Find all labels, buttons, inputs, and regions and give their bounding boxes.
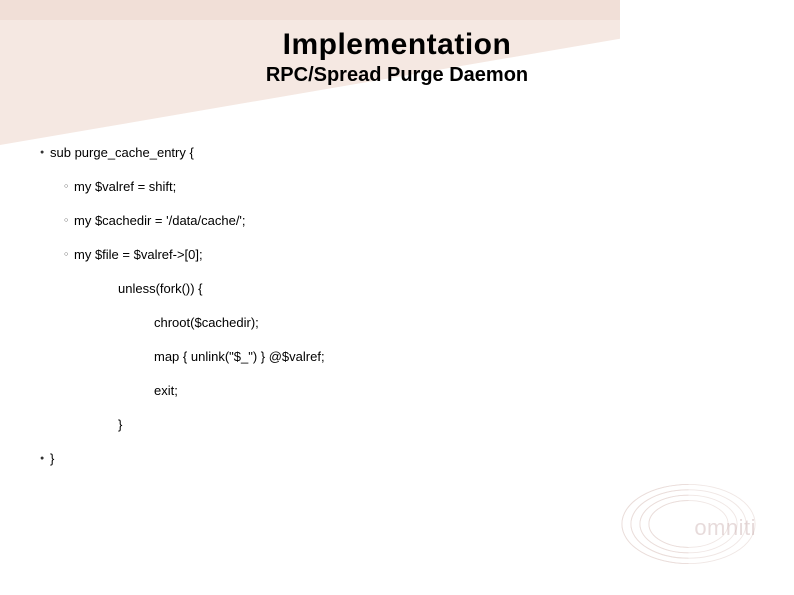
code-line: ○ unless(fork()) {: [108, 281, 754, 297]
slide-subtitle: RPC/Spread Purge Daemon: [0, 64, 794, 87]
code-text: }: [46, 451, 54, 466]
code-line: ● sub purge_cache_entry {: [40, 145, 754, 161]
code-line: ○ exit;: [144, 383, 754, 399]
code-text: chroot($cachedir);: [150, 315, 259, 330]
omniti-logo-text: omniti: [694, 515, 756, 541]
code-text: map { unlink("$_") } @$valref;: [150, 349, 325, 364]
code-line: ○ my $file = $valref->[0];: [64, 247, 754, 263]
code-text: my $file = $valref->[0];: [70, 247, 203, 262]
code-text: my $valref = shift;: [70, 179, 176, 194]
code-line: ○ chroot($cachedir);: [144, 315, 754, 331]
code-text: sub purge_cache_entry {: [46, 145, 194, 160]
code-line: ○ }: [108, 417, 754, 433]
code-line: ○ my $cachedir = '/data/cache/';: [64, 213, 754, 229]
code-text: my $cachedir = '/data/cache/';: [70, 213, 246, 228]
code-text: }: [114, 417, 122, 432]
code-text: unless(fork()) {: [114, 281, 203, 296]
code-line: ● }: [40, 451, 754, 467]
title-block: Implementation RPC/Spread Purge Daemon: [0, 28, 794, 87]
code-line: ○ my $valref = shift;: [64, 179, 754, 195]
code-line: ○ map { unlink("$_") } @$valref;: [144, 349, 754, 365]
code-listing: ● sub purge_cache_entry { ○ my $valref =…: [40, 145, 754, 485]
slide-title: Implementation: [0, 28, 794, 62]
code-text: exit;: [150, 383, 178, 398]
